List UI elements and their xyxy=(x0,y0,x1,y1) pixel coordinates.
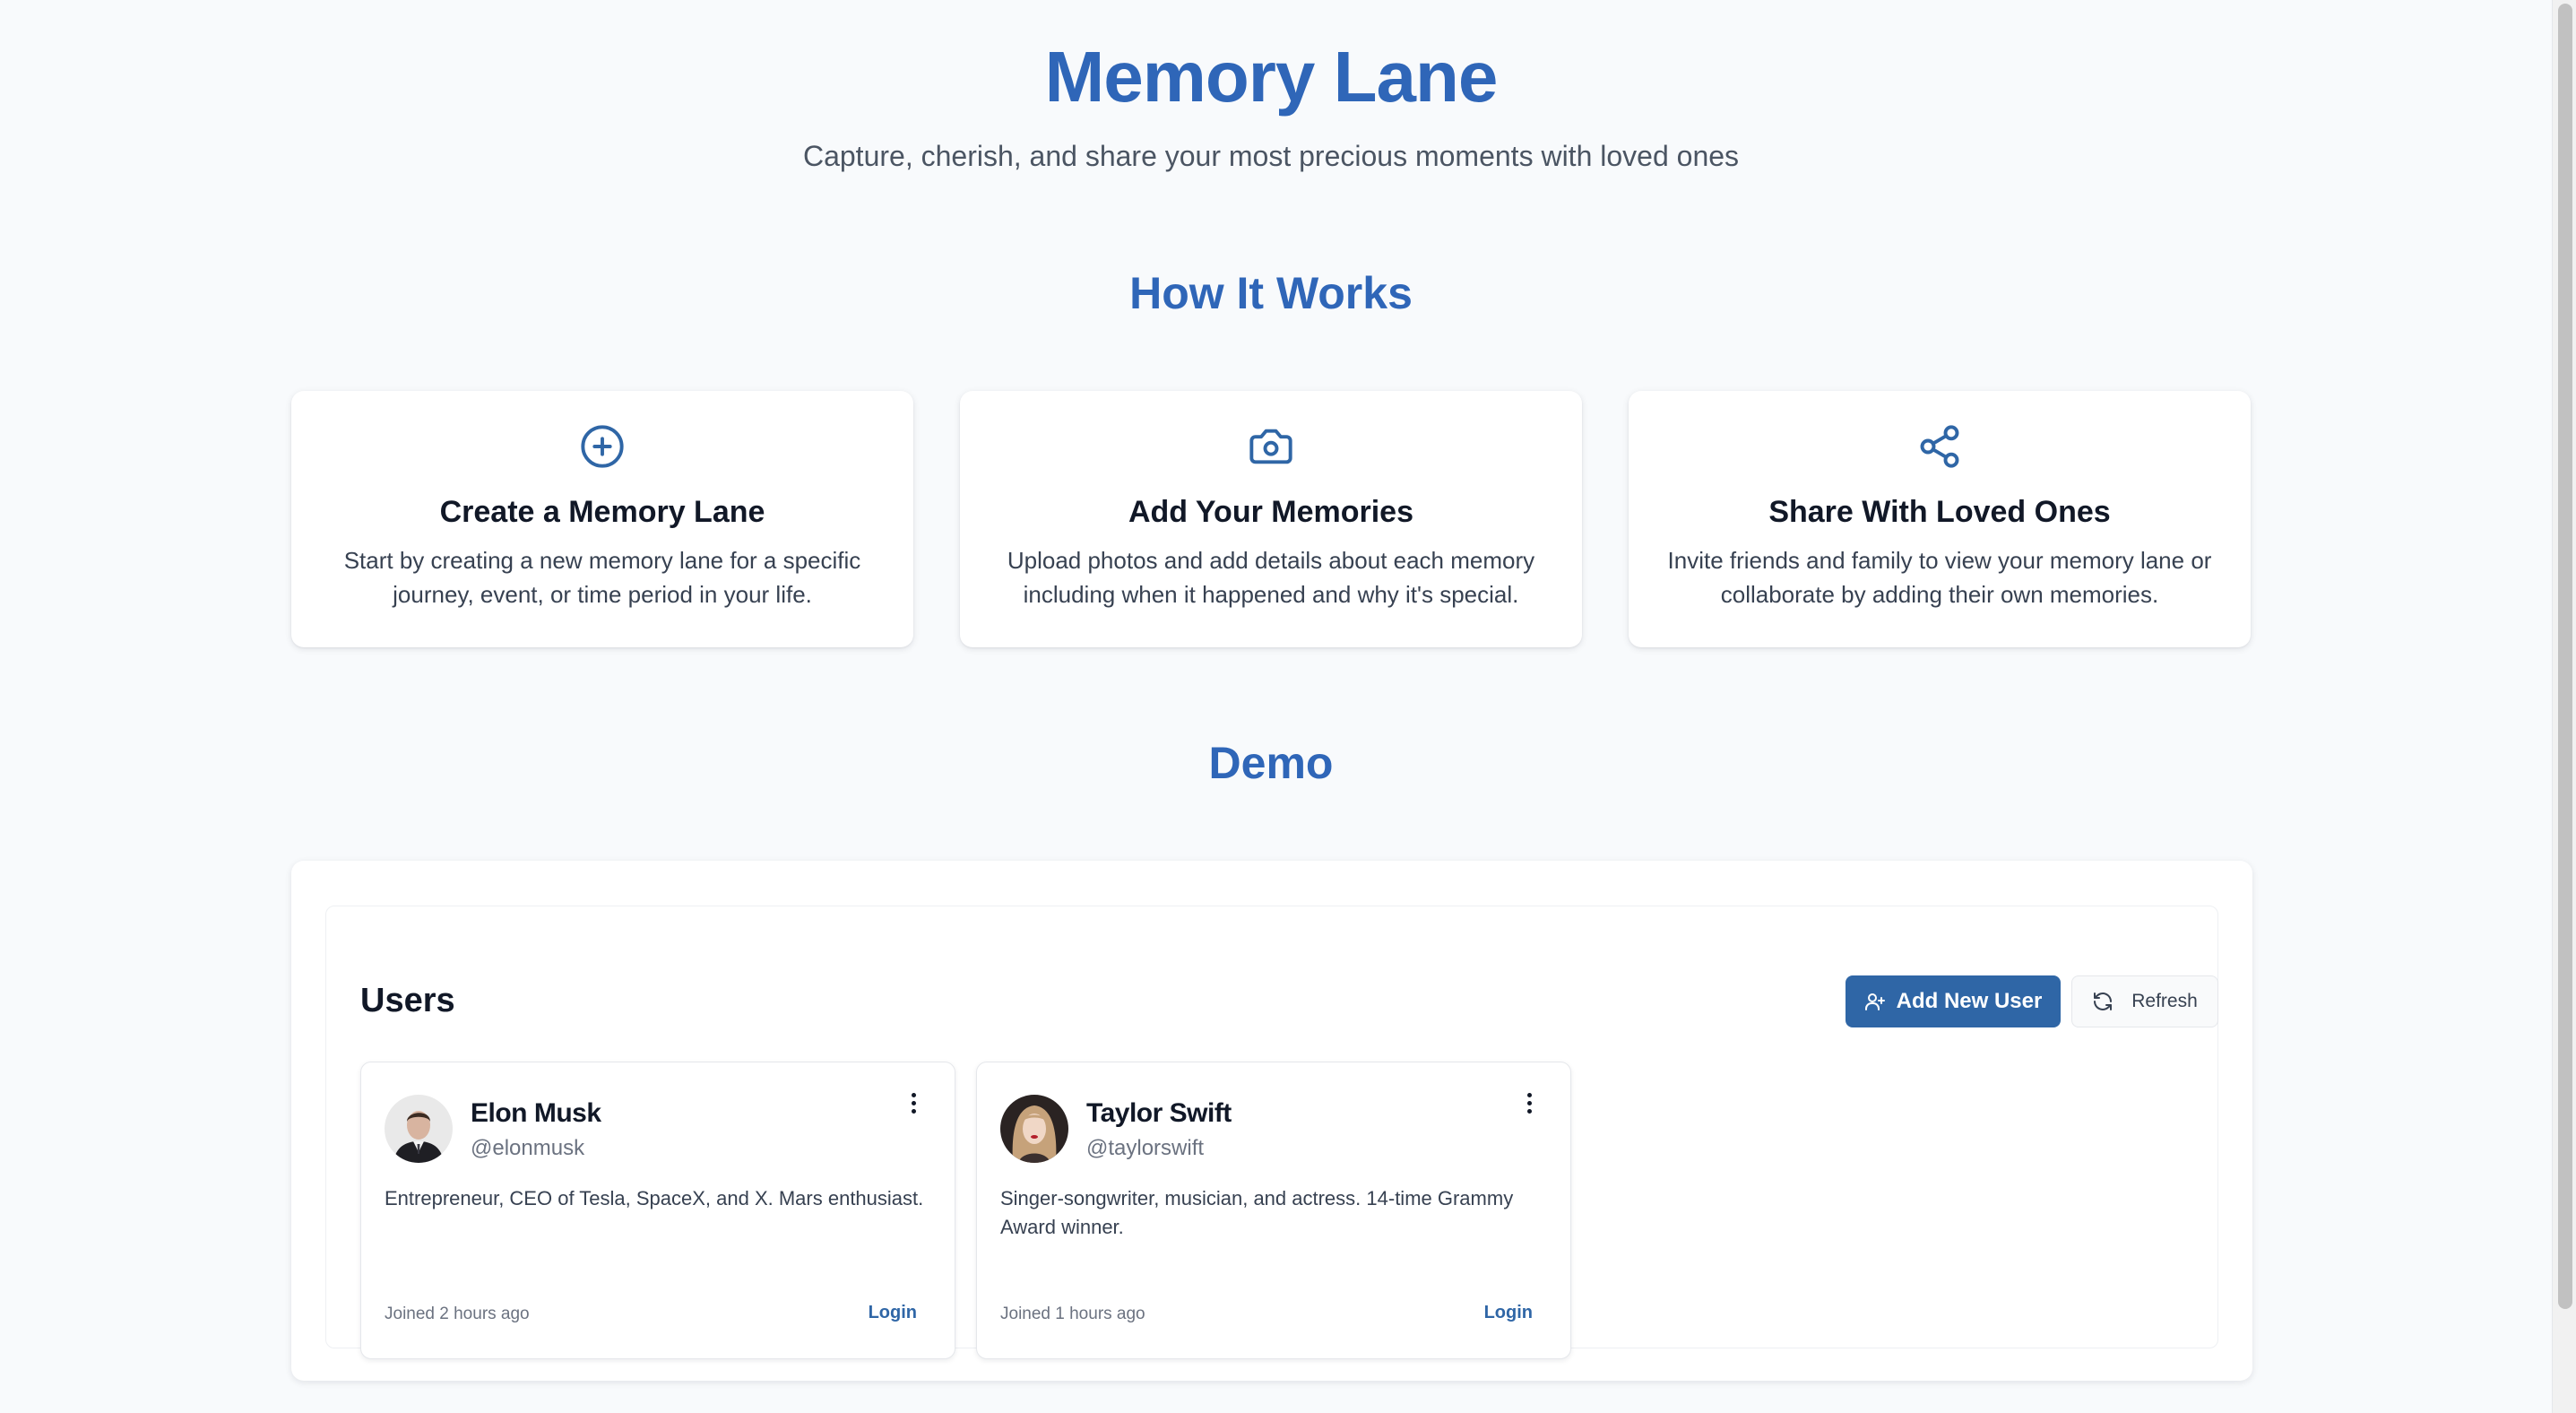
share-icon xyxy=(1629,423,2251,472)
landing-page: Memory Lane Capture, cherish, and share … xyxy=(0,0,2553,1413)
user-card: Taylor Swift @taylorswift Singer-songwri… xyxy=(976,1062,1571,1359)
demo-panel: Users Add New User Refresh Elon Musk @el… xyxy=(291,861,2252,1381)
refresh-icon xyxy=(2094,993,2113,1010)
feature-title: Create a Memory Lane xyxy=(439,495,765,529)
user-handle: @elonmusk xyxy=(471,1136,585,1160)
feature-description: Invite friends and family to view your m… xyxy=(1667,547,2212,608)
user-handle: @taylorswift xyxy=(1086,1136,1205,1160)
login-link[interactable]: Login xyxy=(1484,1303,1533,1323)
page-subtitle: Capture, cherish, and share your most pr… xyxy=(802,140,1740,172)
joined-timestamp: Joined 1 hours ago xyxy=(1000,1305,1145,1323)
feature-title: Share With Loved Ones xyxy=(1768,495,2111,529)
avatar xyxy=(385,1095,453,1163)
user-card: Elon Musk @elonmusk Entrepreneur, CEO of… xyxy=(360,1062,955,1359)
plus-circle-icon xyxy=(291,423,913,472)
camera-icon xyxy=(960,423,1582,472)
more-options-icon[interactable] xyxy=(904,1089,922,1116)
user-name: Elon Musk xyxy=(471,1098,601,1128)
user-plus-icon xyxy=(1864,993,1885,1010)
more-options-icon[interactable] xyxy=(1520,1089,1538,1116)
feature-card-create: Create a Memory Lane Start by creating a… xyxy=(291,391,913,647)
add-user-label: Add New User xyxy=(1896,989,2043,1013)
users-panel: Users Add New User Refresh Elon Musk @el… xyxy=(325,906,2218,1359)
user-name: Taylor Swift xyxy=(1086,1098,1232,1128)
page-title: Memory Lane xyxy=(1044,37,1499,117)
joined-timestamp: Joined 2 hours ago xyxy=(385,1305,530,1323)
how-it-works-heading: How It Works xyxy=(1129,268,1413,318)
user-bio: Entrepreneur, CEO of Tesla, SpaceX, and … xyxy=(385,1187,924,1209)
avatar xyxy=(1000,1095,1068,1163)
users-heading: Users xyxy=(360,982,455,1019)
refresh-label: Refresh xyxy=(2131,991,2198,1011)
page-scrollbar[interactable] xyxy=(2552,0,2576,1413)
user-bio: Singer-songwriter, musician, and actress… xyxy=(1000,1187,1514,1238)
scrollbar-thumb[interactable] xyxy=(2558,4,2572,1309)
add-user-button[interactable]: Add New User xyxy=(1846,975,2061,1027)
feature-title: Add Your Memories xyxy=(1128,495,1414,529)
feature-description: Start by creating a new memory lane for … xyxy=(343,547,861,608)
demo-heading: Demo xyxy=(1208,738,1334,788)
refresh-button[interactable]: Refresh xyxy=(2071,975,2218,1027)
feature-card-add-memories: Add Your Memories Upload photos and add … xyxy=(960,391,1582,647)
feature-card-share: Share With Loved Ones Invite friends and… xyxy=(1629,391,2251,647)
login-link[interactable]: Login xyxy=(869,1303,917,1323)
feature-description: Upload photos and add details about each… xyxy=(1007,547,1535,608)
